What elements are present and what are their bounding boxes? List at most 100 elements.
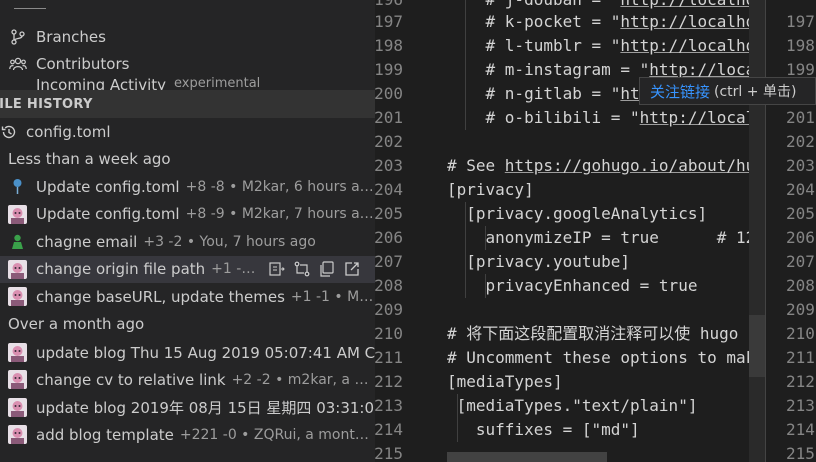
code-editor[interactable]: 196 197 198 199 200 201 202 203 204 205 … xyxy=(375,0,816,462)
commit-message: change baseURL, update themes xyxy=(36,287,285,306)
commit-message: chagne email xyxy=(36,232,138,251)
line-number-gutter: 196 197 198 199 200 201 202 203 204 205 … xyxy=(375,0,431,462)
line-number: 205 xyxy=(375,204,403,223)
commit-message: update blog 2019年 08月 15日 星期四 03:31:07 C… xyxy=(36,398,375,417)
file-history-file[interactable]: config.toml xyxy=(0,119,375,145)
commit-row[interactable]: add blog template +221 -0 • ZQRui, a mon… xyxy=(0,421,375,449)
line-number: 201 xyxy=(375,108,403,127)
follow-link-text[interactable]: 关注链接 xyxy=(650,81,710,102)
file-name: config.toml xyxy=(26,123,111,141)
code-link[interactable]: https://gohugo.io/about/hugo xyxy=(505,156,765,175)
commit-meta: +2 -2 • m2kar, a month ago xyxy=(231,371,375,388)
vertical-scrollbar-track[interactable] xyxy=(749,0,765,462)
compare-icon[interactable] xyxy=(292,260,311,279)
avatar xyxy=(8,259,27,279)
git-branch-icon xyxy=(9,28,27,46)
line-number: 203 xyxy=(786,156,815,175)
line-number: 201 xyxy=(786,108,815,127)
avatar xyxy=(8,204,27,224)
commit-message: Update config.toml xyxy=(36,205,180,224)
sidebar-item-label: Contributors xyxy=(36,55,130,73)
secondary-editor-gutter: 197 198 199 201 202 203 204 205 206 207 … xyxy=(765,0,816,462)
code-line: # l-tumblr = "http://localhost xyxy=(447,34,765,58)
code-line: anonymizeIP = true # 12.2 xyxy=(447,228,765,247)
commit-row[interactable]: update blog 2019年 08月 15日 星期四 03:31:07 C… xyxy=(0,394,375,422)
group-label: Less than a week ago xyxy=(8,150,171,168)
code-link[interactable]: http://localhost xyxy=(640,108,765,127)
line-number: 205 xyxy=(786,204,815,223)
line-number: 215 xyxy=(375,444,403,462)
people-icon xyxy=(9,55,27,73)
code-link[interactable]: http://localhost xyxy=(620,12,765,31)
open-external-icon[interactable] xyxy=(342,260,361,279)
commit-meta: +8 -9 • M2kar, 7 hours ago xyxy=(185,206,375,223)
editor-viewport: 196 197 198 199 200 201 202 203 204 205 … xyxy=(375,0,765,462)
code-line: [privacy] xyxy=(447,180,534,199)
commit-row[interactable]: Update config.toml +8 -8 • M2kar, 6 hour… xyxy=(0,173,375,201)
line-number: 208 xyxy=(786,276,815,295)
line-number: 213 xyxy=(375,396,403,415)
commit-row[interactable]: Update config.toml +8 -9 • M2kar, 7 hour… xyxy=(0,201,375,229)
status-badge: experimental xyxy=(174,76,261,90)
line-number: 199 xyxy=(375,60,403,79)
group-label: Over a month ago xyxy=(8,315,145,333)
commit-message: Update config.toml xyxy=(36,177,180,196)
link-hover-tooltip: 关注链接 (ctrl + 单击) xyxy=(639,77,816,105)
activity-icon xyxy=(9,76,27,90)
line-number: 210 xyxy=(786,324,815,343)
code-line: # 将下面这段配置取消注释可以使 hugo xyxy=(447,324,739,343)
sidebar-item-incoming-activity[interactable]: Incoming Activity experimental xyxy=(0,76,375,90)
open-changes-icon[interactable] xyxy=(267,260,286,279)
avatar xyxy=(8,425,27,445)
line-number: 197 xyxy=(786,12,815,31)
code-link[interactable]: http://localhost xyxy=(620,0,765,9)
commit-row[interactable]: update blog Thu 15 Aug 2019 05:07:41 AM … xyxy=(0,339,375,367)
line-number: 198 xyxy=(786,36,815,55)
history-icon xyxy=(0,123,18,141)
code-line: [mediaTypes] xyxy=(447,372,563,391)
line-number: 214 xyxy=(786,420,815,439)
line-number: 207 xyxy=(786,252,815,271)
line-number: 214 xyxy=(375,420,403,439)
avatar xyxy=(8,370,27,390)
code-line: # Uncomment these options to make xyxy=(447,348,765,367)
commit-row[interactable]: change cv to relative link +2 -2 • m2kar… xyxy=(0,366,375,394)
sidebar-item-label: Incoming Activity xyxy=(36,76,167,90)
commit-message: update blog Thu 15 Aug 2019 05:07:41 AM … xyxy=(36,343,375,362)
code-line: privacyEnhanced = true xyxy=(447,276,698,295)
line-number: 206 xyxy=(786,228,815,247)
line-number: 209 xyxy=(786,300,815,319)
sidebar: Branches Contributors Incoming Activity … xyxy=(0,0,375,462)
sidebar-item-branches[interactable]: Branches xyxy=(0,24,375,50)
copy-icon[interactable] xyxy=(317,260,336,279)
line-number: 209 xyxy=(375,300,403,319)
avatar xyxy=(8,232,27,251)
line-number: 208 xyxy=(375,276,403,295)
code-line: [privacy.youtube] xyxy=(447,252,631,271)
line-number: 197 xyxy=(375,12,403,31)
code-line: [mediaTypes."text/plain"] xyxy=(447,396,698,415)
vertical-scrollbar-thumb[interactable] xyxy=(749,315,765,377)
avatar xyxy=(8,397,27,417)
commit-message: change origin file path xyxy=(36,260,206,279)
sidebar-item-contributors[interactable]: Contributors xyxy=(0,51,375,77)
horizontal-scrollbar[interactable] xyxy=(447,452,607,462)
code-line: # See https://gohugo.io/about/hugo xyxy=(447,154,765,178)
file-history-section-header[interactable]: FILE HISTORY xyxy=(0,90,375,118)
line-number: 203 xyxy=(375,156,403,175)
avatar xyxy=(8,177,27,196)
line-number: 212 xyxy=(375,372,403,391)
commit-row-selected[interactable]: change origin file path +1 -1 • M2kar xyxy=(0,255,375,283)
commit-row[interactable]: chagne email +3 -2 • You, 7 hours ago xyxy=(0,228,375,256)
commit-meta: +221 -0 • ZQRui, a month ago xyxy=(179,426,375,443)
code-line: # o-bilibili = "http://localhost xyxy=(447,106,765,130)
code-line: [privacy.googleAnalytics] xyxy=(447,204,708,223)
commit-row[interactable]: change baseURL, update themes +1 -1 • M2… xyxy=(0,283,375,311)
commit-meta: +1 -1 • M2kar xyxy=(211,261,263,278)
commit-actions xyxy=(267,260,361,279)
commit-message: add blog template xyxy=(36,425,174,444)
sidebar-item-label: Branches xyxy=(36,28,106,46)
code-line: # k-pocket = "http://localhost xyxy=(447,10,765,34)
code-link[interactable]: http://localhost xyxy=(620,36,765,55)
line-number: 200 xyxy=(375,84,403,103)
